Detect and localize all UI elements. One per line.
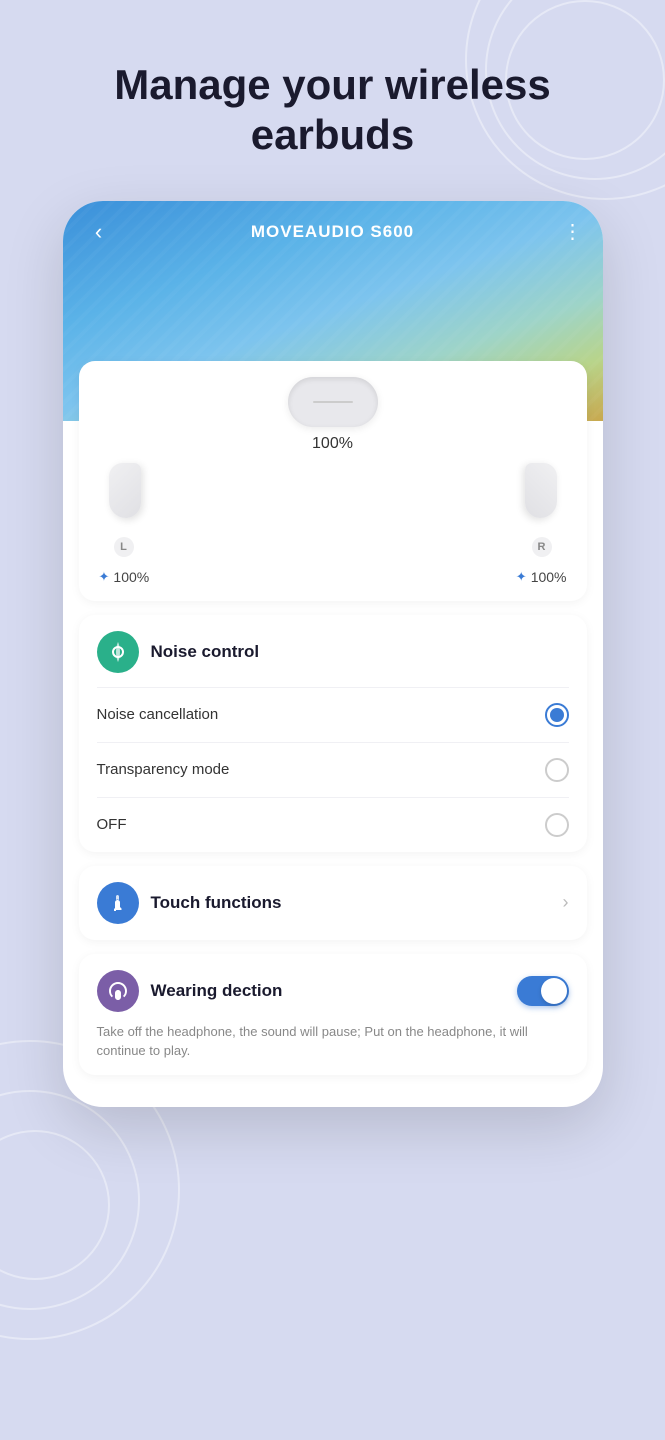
touch-functions-row[interactable]: Touch functions ›: [79, 866, 587, 940]
wearing-detection-toggle[interactable]: [517, 976, 569, 1006]
touch-functions-icon: [106, 891, 130, 915]
left-earbud: L: [99, 463, 149, 557]
left-earbud-label: L: [114, 537, 134, 557]
wearing-detection-left: Wearing dection: [97, 970, 283, 1012]
wearing-detection-description: Take off the headphone, the sound will p…: [97, 1022, 569, 1061]
off-radio[interactable]: [545, 813, 569, 837]
touch-functions-section[interactable]: Touch functions ›: [63, 866, 603, 940]
battery-row: ✦ 100% ✦ 100%: [99, 569, 567, 585]
header-bar: ‹ MOVEAUDIO S600 ⋮: [63, 201, 603, 255]
right-battery-value: 100%: [531, 569, 567, 585]
right-earbud-shape: [517, 463, 567, 533]
toggle-knob: [541, 978, 567, 1004]
earbuds-card: 100% L R: [79, 361, 587, 601]
left-battery: ✦ 100%: [99, 569, 150, 585]
wearing-detection-card: Wearing dection Take off the headphone, …: [79, 954, 587, 1075]
noise-control-title: Noise control: [151, 642, 260, 662]
touch-functions-card[interactable]: Touch functions ›: [79, 866, 587, 940]
left-earbud-body: [109, 463, 141, 518]
charging-case: [288, 377, 378, 427]
wearing-detection-title: Wearing dection: [151, 981, 283, 1001]
header-title: MOVEAUDIO S600: [251, 222, 414, 242]
right-battery: ✦ 100%: [516, 569, 567, 585]
bluetooth-right-icon: ✦: [516, 569, 527, 585]
transparency-mode-radio[interactable]: [545, 758, 569, 782]
page-title: Manage your wireless earbuds: [0, 0, 665, 191]
bluetooth-left-icon: ✦: [99, 569, 110, 585]
wearing-detection-section: Wearing dection Take off the headphone, …: [63, 954, 603, 1075]
wearing-detection-icon-bg: [97, 970, 139, 1012]
transparency-mode-label: Transparency mode: [97, 761, 230, 778]
touch-functions-icon-bg: [97, 882, 139, 924]
noise-control-card: Noise control Noise cancellation Transpa…: [79, 615, 587, 852]
wearing-detection-icon: [106, 979, 130, 1003]
noise-cancellation-label: Noise cancellation: [97, 706, 219, 723]
earbuds-row: L R: [99, 463, 567, 557]
transparency-mode-row[interactable]: Transparency mode: [79, 743, 587, 797]
noise-control-icon: [106, 640, 130, 664]
wearing-detection-content: Wearing dection Take off the headphone, …: [79, 954, 587, 1075]
touch-functions-title: Touch functions: [151, 893, 282, 913]
off-label: OFF: [97, 816, 127, 833]
more-options-button[interactable]: ⋮: [550, 219, 582, 244]
noise-control-header: Noise control: [79, 615, 587, 687]
wearing-detection-header: Wearing dection: [97, 970, 569, 1012]
touch-functions-chevron: ›: [563, 892, 569, 913]
right-earbud-body: [525, 463, 557, 518]
case-battery: 100%: [99, 435, 567, 453]
case-container: [99, 377, 567, 427]
right-earbud-label: R: [532, 537, 552, 557]
noise-control-section: Noise control Noise cancellation Transpa…: [63, 615, 603, 852]
noise-control-icon-bg: [97, 631, 139, 673]
case-detail: [313, 401, 353, 403]
noise-cancellation-row[interactable]: Noise cancellation: [79, 688, 587, 742]
off-row[interactable]: OFF: [79, 798, 587, 852]
left-earbud-shape: [99, 463, 149, 533]
phone-mockup: ‹ MOVEAUDIO S600 ⋮ 100% L: [63, 201, 603, 1107]
back-button[interactable]: ‹: [83, 219, 115, 245]
right-earbud: R: [517, 463, 567, 557]
left-battery-value: 100%: [113, 569, 149, 585]
radio-inner-selected: [550, 708, 564, 722]
noise-cancellation-radio[interactable]: [545, 703, 569, 727]
